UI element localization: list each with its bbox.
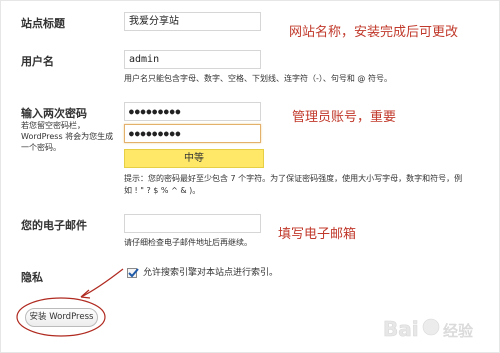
- highlight-ellipse: [16, 297, 106, 337]
- baidu-logo-icon: Bai 经验: [383, 317, 474, 342]
- baidu-jingyan-watermark: Bai 经验: [381, 310, 491, 348]
- svg-text:Bai: Bai: [383, 317, 419, 341]
- annotation-overlay: [16, 268, 124, 337]
- annotation-arrow: [80, 268, 124, 298]
- svg-text:经验: 经验: [443, 322, 473, 340]
- install-form-page: 站点标题 我爱分享站 网站名称，安装完成后可更改 用户名 admin 用户名只能…: [0, 0, 500, 353]
